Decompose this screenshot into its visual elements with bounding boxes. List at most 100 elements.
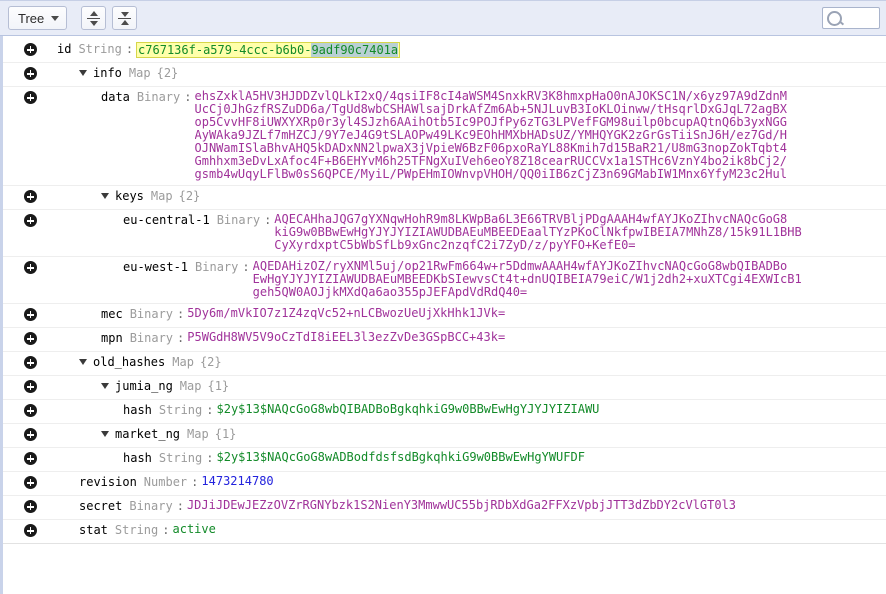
toolbar: Tree — [0, 0, 886, 36]
table-row[interactable]: mec Binary : 5Dy6m/mVkIO7z1Z4zqVc52+nLCB… — [3, 304, 886, 328]
node-key: old_hashes — [93, 355, 166, 369]
node-key: secret — [79, 499, 123, 513]
node-type: Binary — [129, 499, 173, 513]
add-row-button[interactable] — [23, 524, 37, 537]
node-key: eu-central-1 — [123, 213, 210, 227]
node-value[interactable]: 5Dy6m/mVkIO7z1Z4zqVc52+nLCBwozUeUjXkHhk1… — [187, 307, 505, 320]
table-row[interactable]: eu-west-1 Binary : AQEDAHizOZ/ryXNMl5uj/… — [3, 257, 886, 304]
node-key: market_ng — [115, 427, 181, 441]
node-key: revision — [79, 475, 137, 489]
view-mode-label: Tree — [18, 10, 45, 26]
node-value[interactable]: 1473214780 — [201, 475, 273, 488]
add-row-button[interactable] — [23, 332, 37, 345]
table-row[interactable]: hash String : $2y$13$NAQcGoG8wADBodfdsfs… — [3, 448, 886, 472]
collapse-twisty-icon[interactable] — [101, 193, 109, 199]
node-type: Number — [143, 475, 188, 489]
node-type: Binary — [136, 90, 181, 104]
table-row[interactable]: market_ng Map {1} — [3, 424, 886, 448]
table-row[interactable]: stat String : active — [3, 520, 886, 544]
node-key: mec — [101, 307, 123, 321]
add-row-button[interactable] — [23, 308, 37, 321]
node-key: hash — [123, 451, 152, 465]
node-value[interactable]: AQECAHhaJQG7gYXNqwHohR9m8LKWpBa6L3E66TRV… — [274, 213, 801, 252]
node-type: Binary — [216, 213, 261, 227]
node-value[interactable]: $2y$13$NAQcGoG8wbQIBADBoBgkqhkiG9w0BBwEw… — [217, 403, 600, 416]
table-row[interactable]: id String : c767136f-a579-4ccc-b6b0-9adf… — [3, 39, 886, 63]
add-row-button[interactable] — [23, 404, 37, 417]
add-row-button[interactable] — [23, 190, 37, 203]
add-row-button[interactable] — [23, 43, 37, 56]
node-value-prefix: c767136f-a579-4ccc-b6b0- — [138, 43, 312, 57]
collapse-twisty-icon[interactable] — [101, 383, 109, 389]
add-row-button[interactable] — [23, 91, 37, 104]
colon: : — [242, 260, 250, 274]
node-value[interactable]: active — [173, 523, 216, 536]
colon: : — [206, 451, 214, 465]
table-row[interactable]: data Binary : ehsZxklA5HV3HJDDZvlQLkI2xQ… — [3, 87, 886, 186]
node-type: Binary — [129, 307, 174, 321]
chevron-down-icon — [51, 15, 60, 21]
node-count: {2} — [199, 355, 222, 369]
add-row-button[interactable] — [23, 380, 37, 393]
add-row-button[interactable] — [23, 356, 37, 369]
node-key: jumia_ng — [115, 379, 173, 393]
add-row-button[interactable] — [23, 500, 37, 513]
node-type: Map — [128, 66, 151, 80]
node-value-highlighted[interactable]: c767136f-a579-4ccc-b6b0-9adf90c7401a — [136, 42, 401, 58]
node-value[interactable]: JDJiJDEwJEZzOVZrRGNYbzk1S2NienY3MmwwUC55… — [187, 499, 736, 512]
collapse-all-button[interactable] — [112, 6, 138, 30]
search-box[interactable] — [822, 7, 882, 29]
add-row-button[interactable] — [23, 476, 37, 489]
collapse-twisty-icon[interactable] — [101, 431, 109, 437]
add-row-button[interactable] — [23, 67, 37, 80]
node-key: hash — [123, 403, 152, 417]
view-mode-dropdown[interactable]: Tree — [8, 6, 68, 30]
colon: : — [264, 213, 272, 227]
node-value[interactable]: ehsZxklA5HV3HJDDZvlQLkI2xQ/4qsiIF8cI4aWS… — [195, 90, 787, 181]
node-type: String — [114, 523, 159, 537]
node-type: Map — [187, 427, 209, 441]
node-type: String — [158, 451, 203, 465]
colon: : — [191, 475, 199, 489]
search-input[interactable] — [844, 11, 882, 25]
node-key: eu-west-1 — [123, 260, 189, 274]
node-type: Map — [150, 189, 173, 203]
collapse-twisty-icon[interactable] — [79, 70, 87, 76]
colon: : — [177, 307, 185, 321]
expand-all-button[interactable] — [81, 6, 107, 30]
collapse-twisty-icon[interactable] — [79, 359, 87, 365]
node-count: {1} — [207, 379, 230, 393]
table-row[interactable]: old_hashes Map {2} — [3, 352, 886, 376]
colon: : — [206, 403, 214, 417]
colon: : — [177, 331, 185, 345]
node-type: Binary — [129, 331, 174, 345]
node-key: stat — [79, 523, 108, 537]
add-row-button[interactable] — [23, 452, 37, 465]
table-row[interactable]: eu-central-1 Binary : AQECAHhaJQG7gYXNqw… — [3, 210, 886, 257]
tree: id String : c767136f-a579-4ccc-b6b0-9adf… — [3, 36, 886, 544]
node-type: Map — [179, 379, 202, 393]
add-row-button[interactable] — [23, 214, 37, 227]
table-row[interactable]: hash String : $2y$13$NAQcGoG8wbQIBADBoBg… — [3, 400, 886, 424]
collapse-all-icon — [118, 11, 132, 26]
node-key: id — [57, 42, 72, 56]
add-row-button[interactable] — [23, 261, 37, 274]
node-type: Map — [172, 355, 194, 369]
node-key: info — [93, 66, 122, 80]
node-count: {1} — [214, 427, 237, 441]
colon: : — [176, 499, 184, 513]
node-value[interactable]: $2y$13$NAQcGoG8wADBodfdsfsdBgkqhkiG9w0BB… — [217, 451, 585, 464]
tree-scroll-area[interactable]: id String : c767136f-a579-4ccc-b6b0-9adf… — [0, 36, 886, 594]
table-row[interactable]: info Map {2} — [3, 63, 886, 87]
table-row[interactable]: mpn Binary : P5WGdH8WV5V9oCzTdI8iEEL3l3e… — [3, 328, 886, 352]
node-value[interactable]: AQEDAHizOZ/ryXNMl5uj/op21RwFm664w+r5Ddmw… — [253, 260, 802, 299]
colon: : — [162, 523, 170, 537]
add-row-button[interactable] — [23, 428, 37, 441]
table-row[interactable]: revision Number : 1473214780 — [3, 472, 886, 496]
table-row[interactable]: jumia_ng Map {1} — [3, 376, 886, 400]
table-row[interactable]: keys Map {2} — [3, 186, 886, 210]
table-row[interactable]: secret Binary : JDJiJDEwJEZzOVZrRGNYbzk1… — [3, 496, 886, 520]
node-value[interactable]: P5WGdH8WV5V9oCzTdI8iEEL3l3ezZvDe3GSpBCC+… — [187, 331, 505, 344]
node-type: String — [78, 42, 122, 56]
node-type: String — [158, 403, 203, 417]
